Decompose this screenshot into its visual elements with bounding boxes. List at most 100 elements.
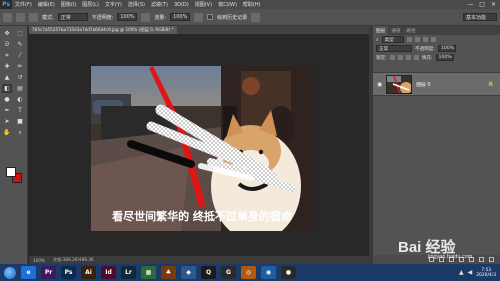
crop-tool-icon[interactable]: ⌗	[2, 51, 12, 60]
airbrush-icon[interactable]	[194, 12, 204, 22]
taskbar-app-1-icon[interactable]: Pr	[41, 266, 56, 279]
tab-channels[interactable]: 通道	[388, 26, 403, 35]
lock-transparent-icon[interactable]	[389, 55, 395, 60]
dodge-tool-icon[interactable]: ◐	[15, 95, 25, 104]
close-button[interactable]: ✕	[491, 1, 496, 8]
status-bar: 100% 文档:366.2K/488.3K	[29, 256, 369, 264]
taskbar-app-9-icon[interactable]: Q	[201, 266, 216, 279]
taskbar-app-8-icon[interactable]: ◆	[181, 266, 196, 279]
lock-pixels-icon[interactable]	[397, 55, 403, 60]
mode-select[interactable]: 正常	[57, 13, 88, 21]
healing-tool-icon[interactable]: ✚	[2, 62, 12, 71]
tab-paths[interactable]: 路径	[403, 26, 418, 35]
document-tab[interactable]: 7b5c7a55257ba735d3a7dd7a6644c9.jpg @ 100…	[29, 26, 177, 34]
taskbar-app-4-icon[interactable]: Id	[101, 266, 116, 279]
gradient-tool-icon[interactable]: ▤	[15, 84, 25, 93]
layer-row[interactable]: ◉ 图层 0 🔒	[373, 72, 500, 96]
brush-tool-icon[interactable]: ✏	[15, 62, 25, 71]
lock-all-icon[interactable]	[413, 55, 419, 60]
pressure-opacity-icon[interactable]	[141, 12, 151, 22]
menu-view[interactable]: 视图(V)	[192, 1, 215, 8]
filter-type-icon[interactable]	[422, 37, 428, 42]
clock-date: 2020/4/3	[476, 272, 496, 278]
flow-field[interactable]: 100%	[170, 13, 191, 21]
eraser-tool-icon[interactable]: ◧	[2, 84, 12, 93]
menu-bar: Ps 文件(F) 编辑(E) 图像(I) 图层(L) 文字(Y) 选择(S) 滤…	[0, 0, 500, 9]
menu-select[interactable]: 选择(S)	[125, 1, 148, 8]
tab-layers[interactable]: 图层	[373, 26, 389, 35]
pressure-size-icon[interactable]	[251, 12, 261, 22]
taskbar-app-6-icon[interactable]: ▦	[141, 266, 156, 279]
menu-file[interactable]: 文件(F)	[12, 1, 35, 8]
shape-tool-icon[interactable]: ■	[15, 117, 25, 126]
lasso-tool-icon[interactable]: ᘐ	[2, 40, 12, 49]
erase-to-history-label: 绘到历史记录	[217, 14, 248, 21]
quick-select-tool-icon[interactable]: ✎	[15, 40, 25, 49]
erase-to-history-checkbox[interactable]	[207, 14, 214, 20]
move-tool-icon[interactable]: ✥	[2, 29, 12, 38]
layer-filter-icon[interactable]: ⌕	[376, 37, 379, 43]
menu-3d[interactable]: 3D(D)	[171, 2, 192, 8]
menu-image[interactable]: 图像(I)	[58, 1, 79, 8]
volume-icon[interactable]: ◀	[468, 269, 473, 276]
type-tool-icon[interactable]: T	[15, 106, 25, 115]
taskbar-app-11-icon[interactable]: ◎	[241, 266, 256, 279]
layer-lock-icon: 🔒	[487, 81, 494, 87]
taskbar: e Pr Ps Ai Id Lr ▦ ♣ ◆ Q G ◎ ◉ ● ▲ ◀ 7:53 2020/4/3	[0, 264, 500, 281]
layer-name[interactable]: 图层 0	[416, 81, 430, 88]
menu-edit[interactable]: 编辑(E)	[35, 1, 58, 8]
taskbar-app-3-icon[interactable]: Ai	[81, 266, 96, 279]
workspace-select[interactable]: 基本功能	[463, 13, 497, 21]
foreground-color-swatch[interactable]	[6, 167, 16, 177]
blend-mode-select[interactable]: 正常	[376, 45, 412, 52]
taskbar-app-10-icon[interactable]: G	[221, 266, 236, 279]
maximize-button[interactable]: □	[479, 1, 485, 8]
zoom-tool-icon[interactable]: ⌕	[15, 128, 25, 137]
hand-tool-icon[interactable]: ✋	[2, 128, 12, 137]
network-icon[interactable]: ▲	[459, 269, 464, 276]
eraser-tool-preset-icon[interactable]	[3, 12, 12, 22]
eyedropper-tool-icon[interactable]: ⁄	[15, 51, 25, 60]
layer-kind-select[interactable]: 类型	[381, 36, 404, 43]
filter-adjust-icon[interactable]	[414, 37, 420, 42]
document-image[interactable]: 看尽世间繁华的 终抵不过单身的宿命	[91, 66, 313, 231]
filter-shape-icon[interactable]	[430, 37, 436, 42]
menu-layer[interactable]: 图层(L)	[79, 1, 102, 8]
zoom-level[interactable]: 100%	[33, 258, 45, 263]
history-brush-tool-icon[interactable]: ↺	[15, 73, 25, 82]
menu-help[interactable]: 帮助(H)	[240, 1, 264, 8]
taskbar-app-7-icon[interactable]: ♣	[161, 266, 176, 279]
filter-pixel-icon[interactable]	[406, 37, 412, 42]
start-button[interactable]	[4, 266, 16, 279]
lock-position-icon[interactable]	[405, 55, 411, 60]
brush-panel-icon[interactable]	[29, 12, 38, 22]
options-bar: 模式: 正常 不透明度: 100% 流量: 100% 绘到历史记录 基本功能	[0, 9, 500, 26]
fill-field[interactable]: 100%	[435, 54, 454, 61]
taskbar-app-5-icon[interactable]: Lr	[121, 266, 136, 279]
taskbar-app-12-icon[interactable]: ◉	[261, 266, 276, 279]
menu-type[interactable]: 文字(Y)	[102, 1, 125, 8]
lock-label: 锁定:	[376, 55, 387, 61]
stamp-tool-icon[interactable]: ▲	[2, 73, 12, 82]
layer-opacity-label: 不透明度:	[415, 46, 435, 52]
taskbar-app-2-icon[interactable]: Ps	[61, 266, 76, 279]
taskbar-clock[interactable]: 7:53 2020/4/3	[476, 268, 496, 278]
image-caption: 看尽世间繁华的 终抵不过单身的宿命	[112, 209, 293, 223]
opacity-field[interactable]: 100%	[117, 13, 138, 21]
photoshop-logo-icon: Ps	[0, 0, 12, 9]
menu-window[interactable]: 窗口(W)	[215, 1, 240, 8]
brush-size-icon[interactable]	[16, 12, 25, 22]
taskbar-app-0-icon[interactable]: e	[21, 266, 36, 279]
taskbar-app-13-icon[interactable]: ●	[281, 266, 296, 279]
mode-label: 模式:	[42, 14, 54, 21]
path-select-tool-icon[interactable]: ➤	[2, 117, 12, 126]
fill-label: 填充:	[421, 55, 433, 61]
minimize-button[interactable]: —	[467, 1, 473, 8]
layers-panel: 图层 通道 路径 ⌕ 类型 正常 不透明度: 100% 锁定: 填充: 100%…	[373, 26, 500, 264]
layer-opacity-field[interactable]: 100%	[437, 45, 456, 52]
blur-tool-icon[interactable]: ●	[2, 95, 12, 104]
eye-icon[interactable]: ◉	[377, 81, 382, 88]
menu-filter[interactable]: 滤镜(T)	[148, 1, 171, 8]
pen-tool-icon[interactable]: ✒	[2, 106, 12, 115]
marquee-tool-icon[interactable]: ⬚	[15, 29, 25, 38]
